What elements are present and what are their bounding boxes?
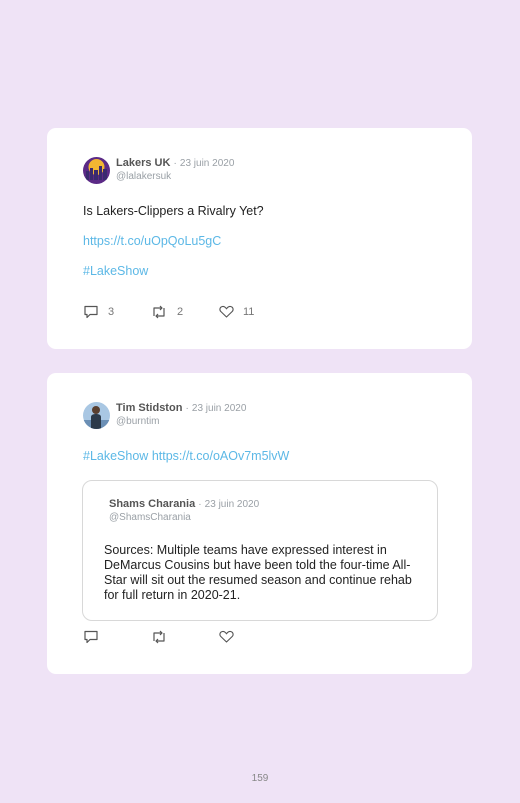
retweet-icon bbox=[153, 305, 165, 319]
tweet-card: Tim Stidston · 23 juin 2020 @burntim #La… bbox=[47, 373, 472, 674]
quoted-author-name[interactable]: Shams Charania bbox=[109, 498, 195, 510]
tweet-header: Lakers UK · 23 juin 2020 @lalakersuk bbox=[116, 157, 235, 183]
reply-icon bbox=[84, 305, 98, 319]
like-count: 11 bbox=[243, 305, 255, 318]
retweet-button[interactable] bbox=[150, 630, 168, 644]
quoted-tweet[interactable]: Shams Charania · 23 juin 2020 @ShamsChar… bbox=[82, 480, 438, 621]
tweet-header: Tim Stidston · 23 juin 2020 @burntim bbox=[116, 402, 247, 428]
reply-button[interactable]: 3 bbox=[83, 305, 114, 319]
tweet-text: Is Lakers-Clippers a Rivalry Yet? bbox=[83, 204, 264, 218]
quoted-tweet-header: Shams Charania · 23 juin 2020 @ShamsChar… bbox=[109, 498, 260, 524]
author-name[interactable]: Tim Stidston bbox=[116, 402, 182, 414]
like-button[interactable]: 11 bbox=[219, 305, 254, 318]
heart-icon bbox=[219, 305, 234, 318]
like-button[interactable] bbox=[219, 630, 234, 643]
hashtag-link[interactable]: #LakeShow bbox=[83, 449, 148, 463]
quoted-tweet-date[interactable]: 23 juin 2020 bbox=[205, 499, 260, 510]
tweet-text: #LakeShow https://t.co/oAOv7m5lvW bbox=[83, 449, 289, 463]
retweet-count: 2 bbox=[177, 306, 184, 318]
reply-count: 3 bbox=[108, 306, 115, 318]
reply-icon bbox=[84, 630, 98, 644]
quoted-tweet-text: Sources: Multiple teams have expressed i… bbox=[104, 543, 412, 602]
avatar[interactable] bbox=[83, 402, 110, 429]
author-handle[interactable]: @burntim bbox=[116, 415, 246, 428]
tweet-card: Lakers UK · 23 juin 2020 @lalakersuk Is … bbox=[47, 128, 472, 349]
page-number: 159 bbox=[251, 773, 269, 784]
retweet-icon bbox=[153, 630, 165, 644]
hashtag-link[interactable]: #LakeShow bbox=[83, 264, 148, 278]
tweet-date[interactable]: 23 juin 2020 bbox=[180, 158, 235, 169]
profile-photo-icon bbox=[83, 402, 110, 429]
tweet-link[interactable]: https://t.co/oAOv7m5lvW bbox=[152, 449, 290, 463]
heart-icon bbox=[219, 630, 234, 643]
reply-button[interactable] bbox=[83, 630, 99, 644]
retweet-button[interactable]: 2 bbox=[150, 305, 183, 319]
tweet-link[interactable]: https://t.co/uOpQoLu5gC bbox=[83, 234, 221, 248]
tweet-date[interactable]: 23 juin 2020 bbox=[192, 403, 247, 414]
author-name[interactable]: Lakers UK bbox=[116, 157, 170, 169]
quoted-author-handle[interactable]: @ShamsCharania bbox=[109, 511, 259, 524]
author-handle[interactable]: @lalakersuk bbox=[116, 170, 234, 183]
lakers-logo-icon bbox=[83, 157, 110, 184]
avatar[interactable] bbox=[83, 157, 110, 184]
